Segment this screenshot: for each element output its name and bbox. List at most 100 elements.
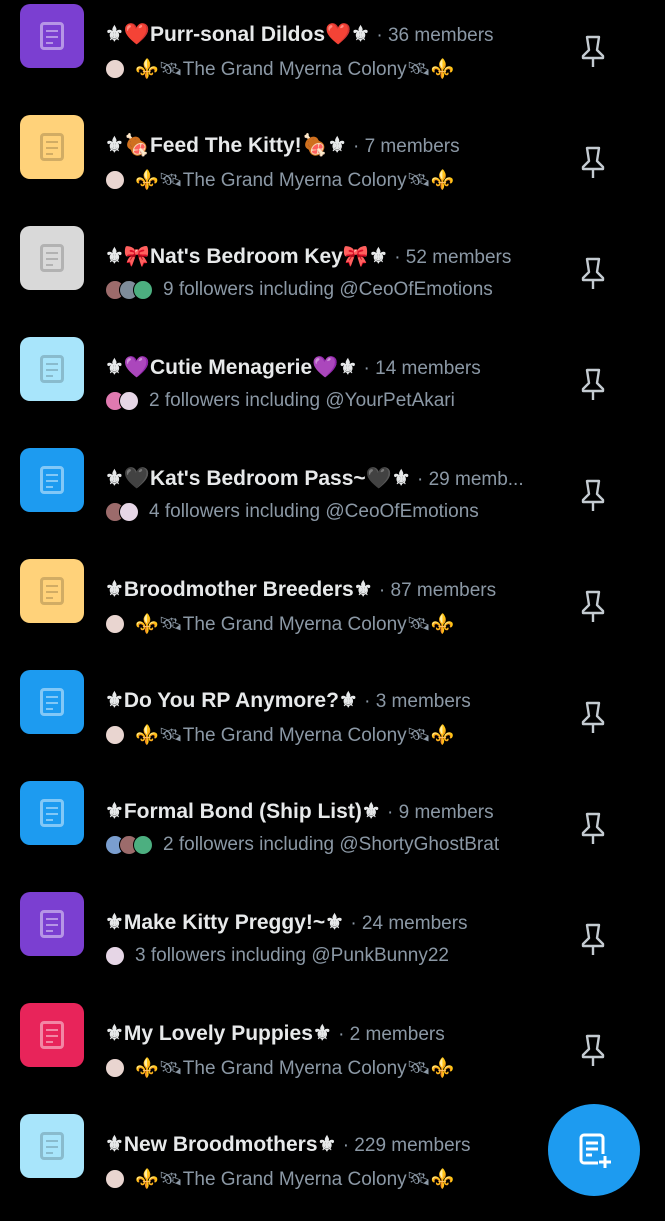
list-subtitle-text: 2 followers including @ShortyGhostBrat bbox=[163, 834, 500, 855]
avatar-group bbox=[105, 725, 125, 745]
avatar bbox=[105, 1169, 125, 1189]
member-count: · 229 members bbox=[342, 1135, 471, 1156]
list-title-line: ⚜My Lovely Puppies⚜ · 2 members bbox=[105, 1021, 555, 1046]
avatar-group bbox=[105, 170, 125, 190]
member-count: · 29 memb... bbox=[416, 469, 524, 490]
avatar bbox=[133, 835, 153, 855]
member-count: · 7 members bbox=[352, 136, 460, 157]
document-icon bbox=[40, 244, 64, 272]
list-item[interactable]: ⚜My Lovely Puppies⚜ · 2 members ⚜️🛰The G… bbox=[0, 999, 665, 1110]
document-icon bbox=[40, 355, 64, 383]
pin-icon[interactable] bbox=[579, 34, 607, 68]
list-item[interactable]: ⚜🍖Feed The Kitty!🍖⚜ · 7 members ⚜️🛰The G… bbox=[0, 111, 665, 222]
list-item[interactable]: ⚜Do You RP Anymore?⚜ · 3 members ⚜️🛰The … bbox=[0, 666, 665, 777]
avatar bbox=[105, 170, 125, 190]
document-icon bbox=[40, 910, 64, 938]
list-subtitle: 3 followers including @PunkBunny22 bbox=[105, 945, 585, 967]
list-thumbnail bbox=[20, 448, 84, 512]
member-count: · 9 members bbox=[387, 802, 494, 823]
pin-icon[interactable] bbox=[579, 1033, 607, 1067]
list-name: ⚜Formal Bond (Ship List)⚜ bbox=[105, 800, 381, 823]
list-subtitle: 4 followers including @CeoOfEmotions bbox=[105, 501, 585, 523]
avatar-group bbox=[105, 502, 139, 522]
list-thumbnail bbox=[20, 4, 84, 68]
pin-icon[interactable] bbox=[579, 478, 607, 512]
list-thumbnail bbox=[20, 559, 84, 623]
list-item[interactable]: ⚜🎀Nat's Bedroom Key🎀⚜ · 52 members 9 fol… bbox=[0, 222, 665, 333]
list-subtitle-text: ⚜️🛰The Grand Myerna Colony🛰⚜️ bbox=[135, 1169, 455, 1190]
list-thumbnail bbox=[20, 781, 84, 845]
list-item[interactable]: ⚜Formal Bond (Ship List)⚜ · 9 members 2 … bbox=[0, 777, 665, 888]
list-name: ⚜💜Cutie Menagerie💜⚜ bbox=[105, 356, 358, 379]
avatar-group bbox=[105, 614, 125, 634]
list-thumbnail bbox=[20, 226, 84, 290]
avatar-group bbox=[105, 1058, 125, 1078]
pin-icon[interactable] bbox=[579, 367, 607, 401]
pin-icon[interactable] bbox=[579, 811, 607, 845]
list-item[interactable]: ⚜🖤Kat's Bedroom Pass~🖤⚜ · 29 memb... 4 f… bbox=[0, 444, 665, 555]
list-item[interactable]: ⚜❤️Purr-sonal Dildos❤️⚜ · 36 members ⚜️🛰… bbox=[0, 0, 665, 111]
avatar bbox=[105, 614, 125, 634]
list-title-line: ⚜Make Kitty Preggy!~⚜ · 24 members bbox=[105, 910, 555, 935]
pin-icon[interactable] bbox=[579, 589, 607, 623]
list-subtitle: ⚜️🛰The Grand Myerna Colony🛰⚜️ bbox=[105, 57, 585, 81]
avatar-group bbox=[105, 59, 125, 79]
pin-icon[interactable] bbox=[579, 256, 607, 290]
list-item[interactable]: ⚜Broodmother Breeders⚜ · 87 members ⚜️🛰T… bbox=[0, 555, 665, 666]
list-subtitle-text: ⚜️🛰The Grand Myerna Colony🛰⚜️ bbox=[135, 170, 455, 191]
list-thumbnail bbox=[20, 1003, 84, 1067]
create-list-button[interactable] bbox=[548, 1104, 640, 1196]
member-count: · 87 members bbox=[378, 580, 497, 601]
avatar-group bbox=[105, 391, 139, 411]
list-name: ⚜My Lovely Puppies⚜ bbox=[105, 1022, 332, 1045]
list-item[interactable]: ⚜Make Kitty Preggy!~⚜ · 24 members 3 fol… bbox=[0, 888, 665, 999]
list-subtitle: 2 followers including @YourPetAkari bbox=[105, 390, 585, 412]
list-thumbnail bbox=[20, 670, 84, 734]
avatar bbox=[119, 391, 139, 411]
list-name: ⚜❤️Purr-sonal Dildos❤️⚜ bbox=[105, 23, 370, 46]
avatar-group bbox=[105, 280, 153, 300]
list-title-line: ⚜Do You RP Anymore?⚜ · 3 members bbox=[105, 688, 555, 713]
document-icon bbox=[40, 688, 64, 716]
list-subtitle-text: ⚜️🛰The Grand Myerna Colony🛰⚜️ bbox=[135, 614, 455, 635]
list-name: ⚜Do You RP Anymore?⚜ bbox=[105, 689, 358, 712]
list-subtitle-text: 4 followers including @CeoOfEmotions bbox=[149, 501, 479, 522]
document-icon bbox=[40, 1021, 64, 1049]
list-item[interactable]: ⚜💜Cutie Menagerie💜⚜ · 14 members 2 follo… bbox=[0, 333, 665, 444]
list-name: ⚜Broodmother Breeders⚜ bbox=[105, 578, 373, 601]
list-thumbnail bbox=[20, 892, 84, 956]
pin-icon[interactable] bbox=[579, 922, 607, 956]
member-count: · 14 members bbox=[363, 358, 481, 379]
list-subtitle: 2 followers including @ShortyGhostBrat bbox=[105, 834, 585, 856]
avatar bbox=[119, 502, 139, 522]
list-subtitle: ⚜️🛰The Grand Myerna Colony🛰⚜️ bbox=[105, 723, 585, 747]
lists-list: ⚜❤️Purr-sonal Dildos❤️⚜ · 36 members ⚜️🛰… bbox=[0, 0, 665, 1221]
list-title-line: ⚜❤️Purr-sonal Dildos❤️⚜ · 36 members bbox=[105, 22, 555, 47]
list-title-line: ⚜Formal Bond (Ship List)⚜ · 9 members bbox=[105, 799, 555, 824]
list-title-line: ⚜💜Cutie Menagerie💜⚜ · 14 members bbox=[105, 355, 555, 380]
list-subtitle: 9 followers including @CeoOfEmotions bbox=[105, 279, 585, 301]
document-icon bbox=[40, 22, 64, 50]
list-thumbnail bbox=[20, 115, 84, 179]
document-icon bbox=[40, 466, 64, 494]
list-thumbnail bbox=[20, 1114, 84, 1178]
list-subtitle-text: 3 followers including @PunkBunny22 bbox=[135, 945, 449, 966]
list-subtitle: ⚜️🛰The Grand Myerna Colony🛰⚜️ bbox=[105, 168, 585, 192]
list-subtitle-text: 9 followers including @CeoOfEmotions bbox=[163, 279, 493, 300]
list-thumbnail bbox=[20, 337, 84, 401]
list-subtitle: ⚜️🛰The Grand Myerna Colony🛰⚜️ bbox=[105, 612, 585, 636]
list-title-line: ⚜Broodmother Breeders⚜ · 87 members bbox=[105, 577, 555, 602]
avatar bbox=[105, 59, 125, 79]
document-icon bbox=[40, 577, 64, 605]
avatar-group bbox=[105, 946, 125, 966]
list-name: ⚜🎀Nat's Bedroom Key🎀⚜ bbox=[105, 245, 388, 268]
member-count: · 36 members bbox=[376, 25, 494, 46]
avatar-group bbox=[105, 1169, 125, 1189]
list-name: ⚜Make Kitty Preggy!~⚜ bbox=[105, 911, 344, 934]
pin-icon[interactable] bbox=[579, 145, 607, 179]
document-icon bbox=[40, 133, 64, 161]
avatar bbox=[105, 946, 125, 966]
avatar bbox=[105, 725, 125, 745]
pin-icon[interactable] bbox=[579, 700, 607, 734]
list-title-line: ⚜🖤Kat's Bedroom Pass~🖤⚜ · 29 memb... bbox=[105, 466, 555, 491]
